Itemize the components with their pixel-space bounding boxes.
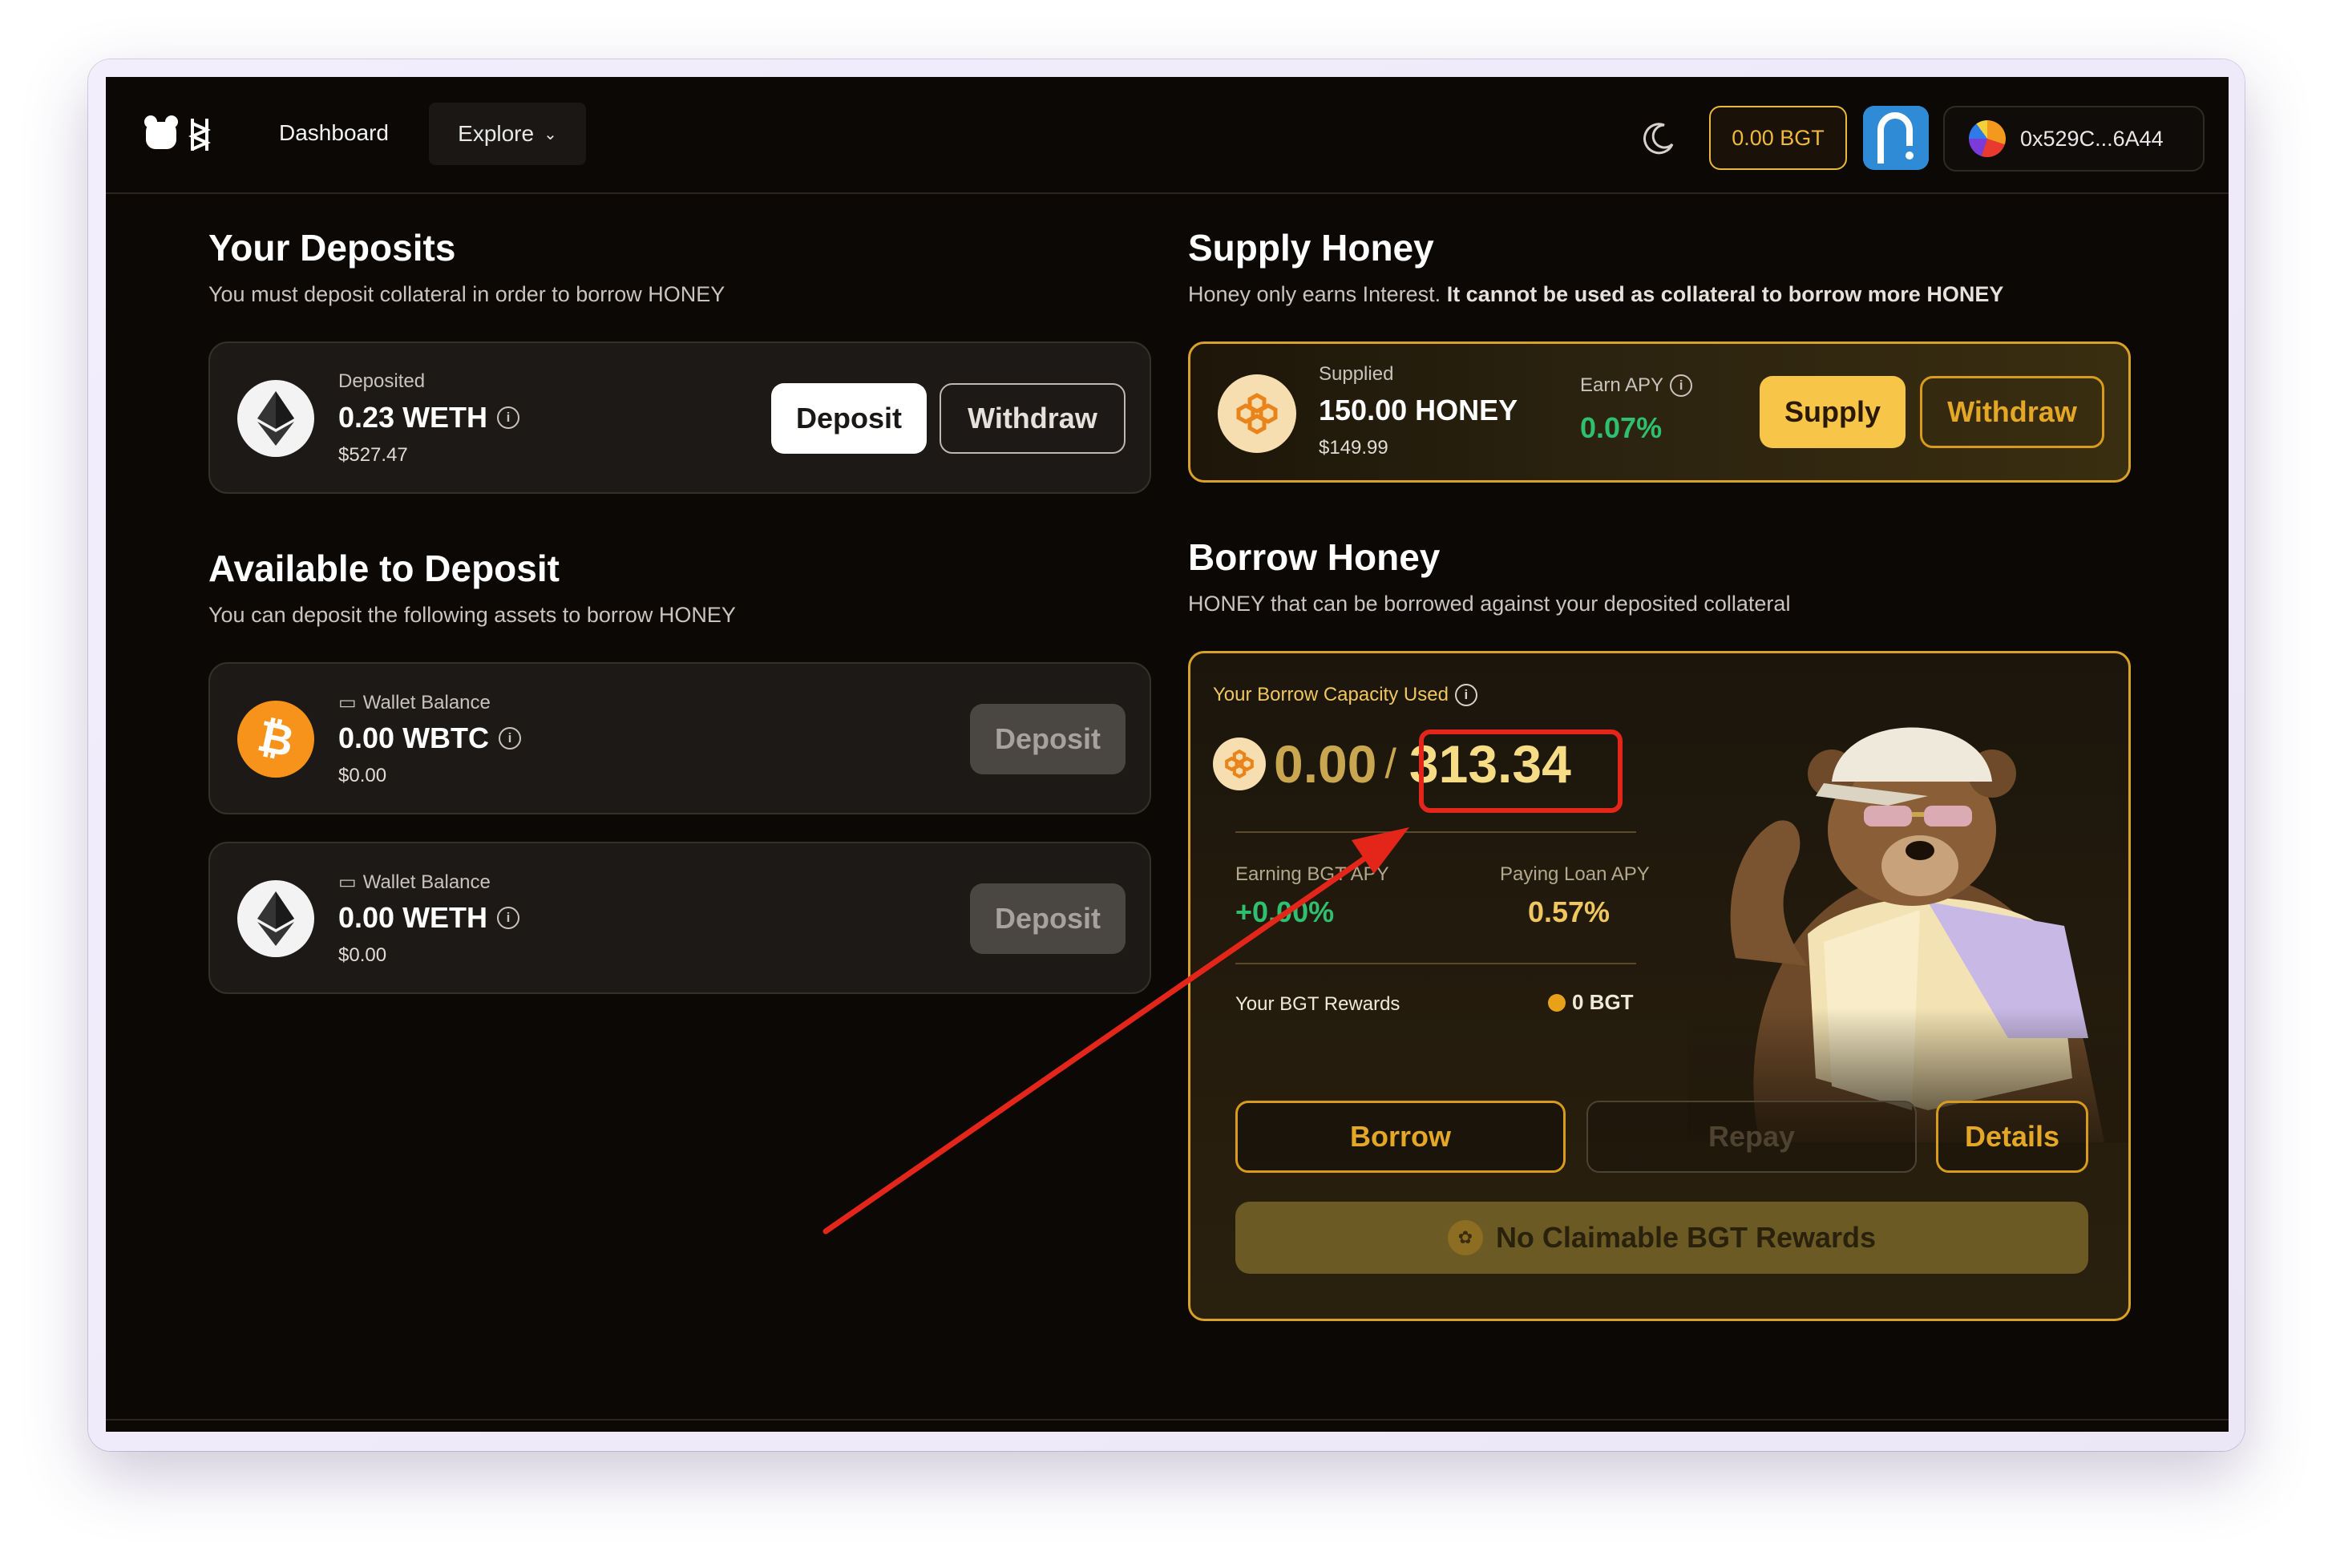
earning-apy-label: Earning BGT APY [1235,863,1389,885]
supply-subtitle: Honey only earns Interest. It cannot be … [1188,282,2003,307]
earn-apy-text: Earn APY [1580,374,1664,396]
deposit-weth-button[interactable]: Deposit [970,883,1126,954]
app-window: Dashboard Explore ⌄ 0.00 BGT 0x529C...6A… [106,77,2229,1432]
supplied-amount: 150.00 HONEY [1319,394,1518,426]
borrow-button[interactable]: Borrow [1235,1101,1566,1173]
claim-bgt-label: No Claimable BGT Rewards [1495,1221,1877,1254]
bgt-rewards-amount: 0 BGT [1572,990,1634,1014]
wallet-balance-label: ▭ Wallet Balance [338,871,491,894]
nav-dashboard-link[interactable]: Dashboard [279,120,389,146]
available-subtitle: You can deposit the following assets to … [208,603,736,627]
deposit-button[interactable]: Deposit [771,383,927,454]
moon-icon[interactable] [1640,120,1677,157]
deposited-amount: 0.23 WETH i [338,401,520,434]
ethereum-icon [237,380,314,457]
supply-button[interactable]: Supply [1760,376,1906,448]
wallet-avatar [1969,120,2006,157]
deposited-label: Deposited [338,370,426,392]
wallet-balance-text: Wallet Balance [362,871,491,893]
supply-honey-card: Supplied 150.00 HONEY $149.99 Earn APY i… [1188,341,2131,483]
wbtc-amount: 0.00 WBTC i [338,721,522,755]
paying-loan-apy-value: 0.57% [1527,895,1611,928]
supplied-label: Supplied [1319,363,1394,385]
deposits-subtitle: You must deposit collateral in order to … [208,282,725,306]
divider [1235,963,1636,964]
available-weth-card: ▭ Wallet Balance 0.00 WETH i $0.00 Depos… [208,842,1151,994]
wbtc-amount-value: 0.00 WBTC [338,721,490,754]
berachain-logo[interactable] [143,112,231,157]
bgt-rewards-label: Your BGT Rewards [1235,993,1400,1015]
supply-withdraw-button[interactable]: Withdraw [1920,376,2104,448]
bgt-rewards-value: 0 BGT [1548,990,1634,1015]
supply-subtitle-plain: Honey only earns Interest. [1188,282,1441,306]
earn-apy-label: Earn APY i [1580,374,1693,397]
available-wbtc-card: ₿ ▭ Wallet Balance 0.00 WBTC i $0.00 Dep… [208,662,1151,814]
info-icon[interactable]: i [499,727,522,750]
honey-icon [1218,374,1296,453]
borrow-title: Borrow Honey [1188,536,1441,578]
available-title: Available to Deposit [208,548,560,589]
repay-button[interactable]: Repay [1586,1101,1917,1173]
bgt-balance-button[interactable]: 0.00 BGT [1709,106,1847,170]
deposited-weth-card: Deposited 0.23 WETH i $527.47 Deposit Wi… [208,341,1151,494]
withdraw-button[interactable]: Withdraw [940,383,1126,454]
info-icon[interactable]: i [497,907,520,929]
wallet-button[interactable]: 0x529C...6A44 [1943,106,2205,172]
supply-subtitle-bold: It cannot be used as collateral to borro… [1446,282,2004,306]
faucet-icon[interactable] [1863,106,1929,170]
weth-usd: $0.00 [338,944,387,966]
borrow-capacity-text: Your Borrow Capacity Used [1213,684,1449,705]
supply-title: Supply Honey [1188,227,1434,269]
nav-explore-dropdown[interactable]: Explore ⌄ [429,103,586,165]
footer-divider [106,1419,2229,1420]
wbtc-usd: $0.00 [338,765,387,786]
bgt-coin-icon [1548,993,1566,1012]
earning-apy-value: +0.00% [1235,895,1335,928]
supplied-usd: $149.99 [1319,437,1388,459]
claim-bgt-rewards-button[interactable]: ✿ No Claimable BGT Rewards [1235,1202,2088,1274]
info-icon[interactable]: i [1454,684,1477,706]
deposit-wbtc-button[interactable]: Deposit [970,704,1126,774]
ethereum-icon [237,880,314,957]
deposited-amount-value: 0.23 WETH [338,401,488,434]
chevron-down-icon: ⌄ [544,125,557,143]
capacity-separator: / [1384,741,1396,787]
weth-amount-value: 0.00 WETH [338,901,488,934]
bear-mascot-illustration [1687,693,2128,1142]
capacity-used-value: 0.00 [1274,734,1377,794]
bitcoin-icon: ₿ [237,701,314,778]
wallet-icon: ▭ [338,692,357,713]
details-button[interactable]: Details [1936,1101,2088,1173]
borrow-capacity-label: Your Borrow Capacity Used i [1213,684,1477,706]
divider [1235,831,1636,833]
info-icon[interactable]: i [1670,374,1693,397]
annotation-highlight-box [1419,729,1623,813]
wallet-icon: ▭ [338,871,357,893]
wallet-address: 0x529C...6A44 [2020,126,2164,151]
nav-explore-label: Explore [458,121,535,146]
borrow-honey-card: Your Borrow Capacity Used i 0.00 / 313.3… [1188,651,2131,1321]
borrow-subtitle: HONEY that can be borrowed against your … [1188,592,1791,616]
wallet-balance-label: ▭ Wallet Balance [338,691,491,714]
weth-amount: 0.00 WETH i [338,901,520,935]
bgt-coin-icon: ✿ [1447,1220,1483,1255]
top-nav: Dashboard Explore ⌄ 0.00 BGT 0x529C...6A… [106,77,2229,194]
honey-icon [1213,738,1266,790]
deposits-title: Your Deposits [208,227,456,269]
paying-loan-apy-label: Paying Loan APY [1500,863,1650,885]
wallet-balance-text: Wallet Balance [362,691,491,713]
info-icon[interactable]: i [497,406,520,429]
deposited-usd: $527.47 [338,444,408,466]
earn-apy-value: 0.07% [1580,411,1663,444]
